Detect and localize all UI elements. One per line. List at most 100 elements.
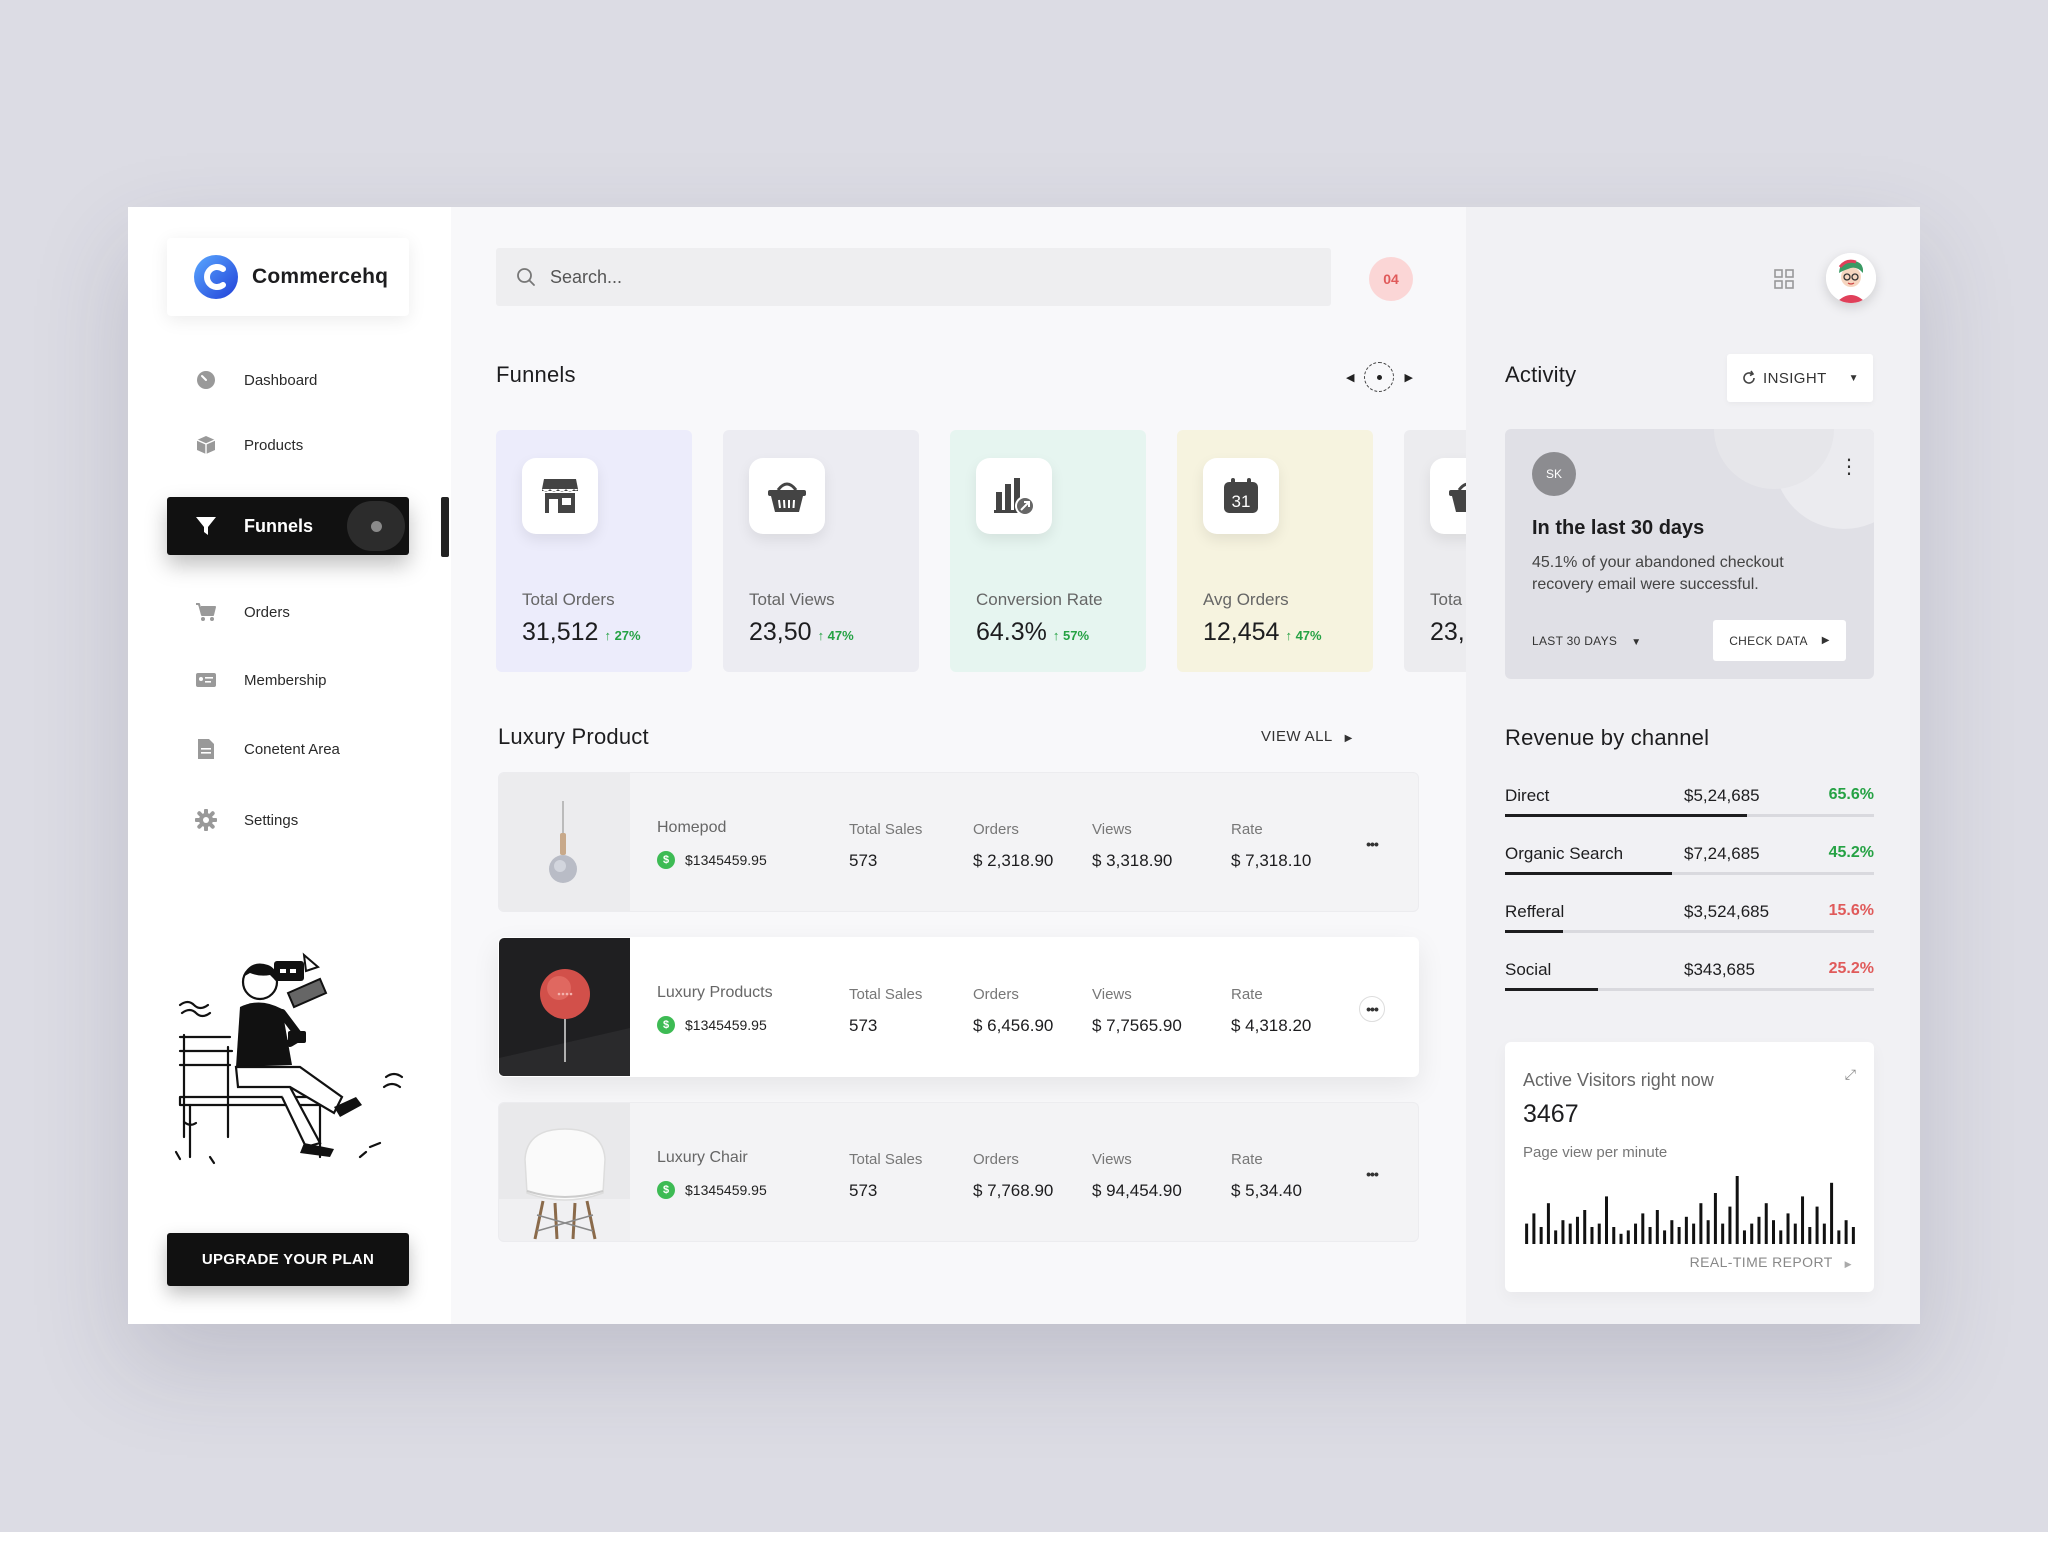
sidebar-item-settings[interactable]: Settings <box>167 792 409 848</box>
document-icon <box>195 738 217 760</box>
page-view-bar <box>1568 1223 1572 1244</box>
page-view-bar <box>1815 1206 1819 1244</box>
funnel-card-partial[interactable]: Tota 23, <box>1404 430 1466 672</box>
funnel-card-total-views[interactable]: Total Views 23,50 ↑ 47% <box>723 430 919 672</box>
page-view-bar <box>1706 1220 1710 1244</box>
search-bar[interactable] <box>496 248 1331 306</box>
page-view-bar <box>1772 1220 1775 1244</box>
user-avatar[interactable] <box>1826 253 1876 303</box>
sidebar-item-products[interactable]: Products <box>167 417 409 473</box>
toggle-indicator <box>347 501 405 551</box>
activity-avatar: SK <box>1532 452 1576 496</box>
orders-value: $ 2,318.90 <box>973 851 1054 870</box>
insight-dropdown[interactable]: INSIGHT ▼ <box>1727 354 1873 402</box>
revenue-row-organic-search: Organic Search $7,24,685 45.2% <box>1505 844 1874 902</box>
funnel-card-total-orders[interactable]: Total Orders 31,512 ↑ 27% <box>496 430 692 672</box>
page-view-bar <box>1844 1220 1848 1244</box>
view-all-link[interactable]: VIEW ALL ▶ <box>1261 728 1353 745</box>
chair-image <box>499 1103 630 1241</box>
activity-card-text: 45.1% of your abandoned checkout recover… <box>1532 554 1784 593</box>
check-data-button[interactable]: CHECK DATA ▶ <box>1713 620 1846 661</box>
page-view-bar <box>1793 1223 1797 1244</box>
real-time-report-link[interactable]: REAL-TIME REPORT ▶ <box>1690 1254 1852 1270</box>
page-view-bar <box>1605 1196 1608 1244</box>
channel-name: Refferal <box>1505 902 1565 921</box>
basket-icon <box>749 458 825 534</box>
product-row-luxury-products[interactable]: Luxury Products $ $1345459.95 Total Sales… <box>498 937 1419 1077</box>
sidebar-item-membership[interactable]: Membership <box>167 652 409 708</box>
search-input[interactable] <box>550 266 1250 288</box>
carousel-prev-icon[interactable]: ◀ <box>1346 371 1354 384</box>
funnel-card-conversion-rate[interactable]: Conversion Rate 64.3% ↑ 57% <box>950 430 1146 672</box>
card-label: Conversion Rate <box>976 590 1103 609</box>
col-rate-label: Rate <box>1231 821 1263 838</box>
product-amount: $1345459.95 <box>685 1182 767 1198</box>
sidebar-item-label: Membership <box>244 671 327 689</box>
more-options-icon[interactable]: ••• <box>1359 996 1385 1022</box>
check-data-label: CHECK DATA <box>1729 633 1808 648</box>
sidebar-item-funnels[interactable]: Funnels <box>167 497 409 555</box>
product-row-luxury-chair[interactable]: Luxury Chair $ $1345459.95 Total Sales 57… <box>498 1102 1419 1242</box>
col-rate-label: Rate <box>1231 1151 1263 1168</box>
caret-down-icon: ▼ <box>1631 637 1642 648</box>
brand-logo[interactable]: Commercehq <box>167 238 409 316</box>
grid-view-icon[interactable] <box>1773 268 1795 290</box>
card-value: 23,50 <box>749 618 812 646</box>
dollar-coin-icon: $ <box>657 1016 675 1034</box>
product-amount: $1345459.95 <box>685 852 767 868</box>
more-options-icon[interactable]: ••• <box>1359 831 1385 857</box>
channel-percent: 15.6% <box>1828 902 1874 919</box>
dollar-coin-icon: $ <box>657 1181 675 1199</box>
real-time-report-label: REAL-TIME REPORT <box>1689 1254 1833 1270</box>
page-view-bar <box>1525 1223 1529 1244</box>
person-on-bench-illustration <box>174 952 404 1165</box>
product-name: Luxury Products <box>657 984 773 1001</box>
page-view-bar <box>1699 1203 1703 1244</box>
sidebar-item-dashboard[interactable]: Dashboard <box>167 352 409 408</box>
channel-progress-track <box>1505 872 1874 875</box>
page-view-bar <box>1779 1230 1783 1244</box>
caret-down-icon: ▼ <box>1848 372 1859 384</box>
page-view-bar <box>1677 1227 1681 1244</box>
more-options-icon[interactable]: ••• <box>1359 1161 1385 1187</box>
page-view-bar <box>1713 1193 1717 1244</box>
page-view-bar-chart <box>1525 1176 1855 1244</box>
carousel-indicator[interactable] <box>1364 362 1395 392</box>
page-view-bar <box>1822 1223 1826 1244</box>
page-view-bar <box>1670 1220 1674 1244</box>
page-view-bar <box>1684 1216 1688 1244</box>
page-view-bar <box>1830 1182 1834 1244</box>
carousel-next-icon[interactable]: ▶ <box>1404 371 1412 384</box>
calendar-day: 31 <box>1232 492 1251 511</box>
date-range-dropdown[interactable]: LAST 30 DAYS ▼ <box>1532 634 1641 648</box>
col-views-label: Views <box>1092 986 1132 1003</box>
expand-icon[interactable]: ⤢ <box>1845 1066 1856 1083</box>
kebab-menu-icon[interactable]: ⋮ <box>1839 457 1859 477</box>
page-view-bar <box>1532 1213 1536 1244</box>
funnel-cards: Total Orders 31,512 ↑ 27% Total Views 23,… <box>496 430 1466 675</box>
product-amount-row: $ $1345459.95 <box>657 1016 767 1034</box>
sidebar-item-content-area[interactable]: Conetent Area <box>167 721 409 777</box>
page-view-bar <box>1561 1220 1565 1244</box>
active-visitors-card: Active Visitors right now ⤢ 3467 Page vi… <box>1505 1042 1874 1292</box>
search-icon <box>517 268 535 286</box>
page-view-bar <box>1742 1230 1746 1244</box>
card-value-row: 31,512 ↑ 27% <box>522 618 641 647</box>
revenue-row-referral: Refferal $3,524,685 15.6% <box>1505 902 1874 960</box>
card-value-row: 23, <box>1430 618 1465 647</box>
product-row-homepod[interactable]: Homepod $ $1345459.95 Total Sales 573 Ord… <box>498 772 1419 912</box>
upgrade-plan-button[interactable]: UPGRADE YOUR PLAN <box>167 1233 409 1286</box>
page-view-bar <box>1786 1213 1790 1244</box>
page-view-bar <box>1575 1216 1579 1244</box>
page-view-bar <box>1619 1233 1623 1244</box>
funnel-card-avg-orders[interactable]: 31 Avg Orders 12,454 ↑ 47% <box>1177 430 1373 672</box>
sidebar-item-orders[interactable]: Orders <box>167 584 409 640</box>
date-range-label: LAST 30 DAYS <box>1532 634 1618 648</box>
channel-progress-fill <box>1505 814 1748 817</box>
total-sales-value: 573 <box>849 1181 878 1200</box>
active-visitors-count: 3467 <box>1523 1100 1579 1128</box>
card-value: 64.3% <box>976 618 1047 646</box>
activity-card-title: In the last 30 days <box>1532 517 1705 539</box>
col-total-sales-label: Total Sales <box>849 821 923 838</box>
notification-badge[interactable]: 04 <box>1369 257 1413 301</box>
